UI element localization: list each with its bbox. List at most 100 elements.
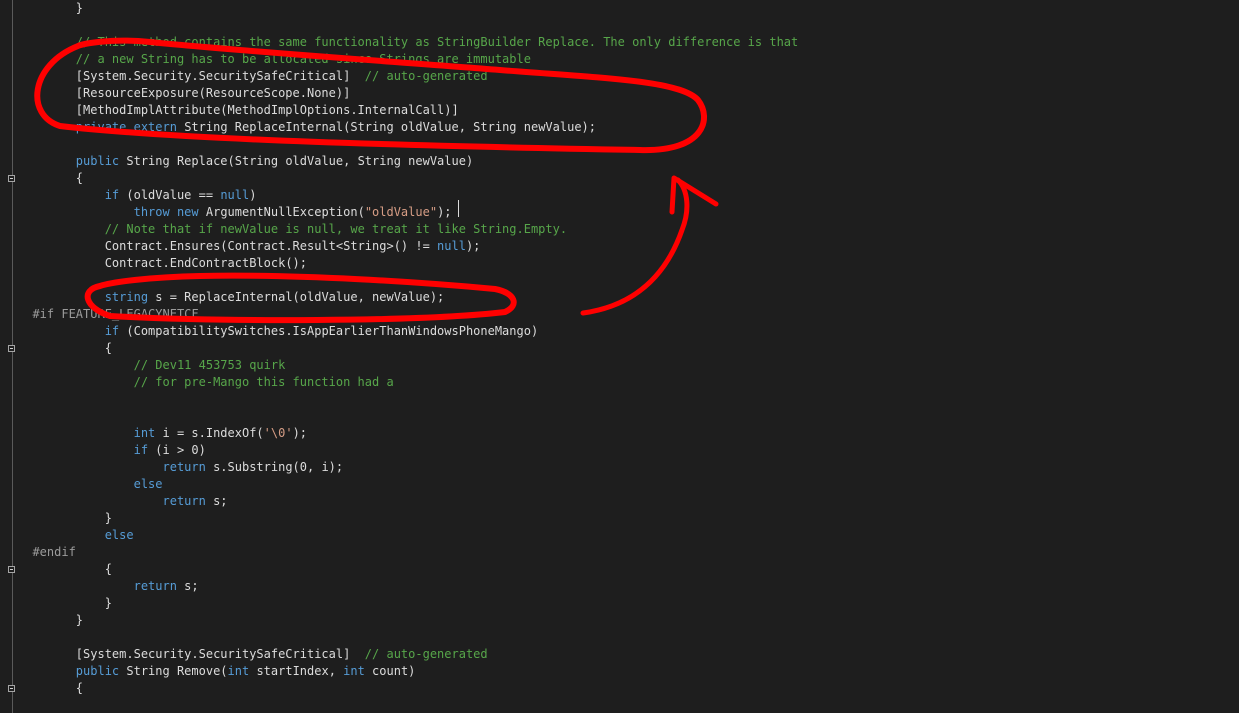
code-token: String Remove( [119,664,228,678]
code-token: } [104,511,112,525]
keyword-token: public [75,154,120,168]
code-token: count) [364,664,416,678]
code-token: String ReplaceInternal(String oldValue, … [176,120,596,134]
keyword-token: if [133,443,149,457]
code-token: s; [176,579,199,593]
keyword-token: int [133,426,156,440]
code-line[interactable]: // a new String has to be allocated sinc… [18,51,531,68]
code-line[interactable]: #if FEATURE_LEGACYNETCF [18,306,198,323]
text-caret [458,200,459,217]
annotation-arrow-line [580,177,690,316]
code-line[interactable]: } [18,612,83,629]
comment-token: // a new String has to be allocated sinc… [75,52,531,66]
collapse-toggle-icon[interactable] [8,685,15,692]
collapse-toggle-icon[interactable] [8,175,15,182]
keyword-token: else [104,528,134,542]
code-line[interactable]: private extern String ReplaceInternal(St… [18,119,596,136]
code-token: [System.Security.SecuritySafeCritical] [75,647,351,661]
keyword-token: return [162,460,206,474]
keyword-token: extern [133,120,177,134]
code-line[interactable]: #endif [18,544,76,561]
keyword-token: return [133,579,177,593]
code-line[interactable]: // for pre-Mango this function had a [18,374,394,391]
code-line[interactable]: // Dev11 453753 quirk [18,357,286,374]
keyword-token: new [176,205,199,219]
code-token: (oldValue == [119,188,221,202]
code-token: Contract.Ensures(Contract.Result<String>… [104,239,438,253]
code-line[interactable]: Contract.Ensures(Contract.Result<String>… [18,238,481,255]
keyword-token: if [104,188,120,202]
preprocessor-token: #endif [32,545,76,559]
keyword-token: int [227,664,250,678]
code-token: } [75,1,84,15]
code-line[interactable]: } [18,595,112,612]
code-line[interactable]: // This method contains the same functio… [18,34,798,51]
code-token: ); [292,426,308,440]
outline-gutter [12,0,13,713]
comment-token: // This method contains the same functio… [75,35,799,49]
code-line[interactable]: else [18,476,163,493]
code-token: { [104,562,112,576]
code-token: ); [437,205,452,219]
code-line[interactable]: [System.Security.SecuritySafeCritical] /… [18,68,488,85]
code-line[interactable]: string s = ReplaceInternal(oldValue, new… [18,289,445,306]
code-token: startIndex, [249,664,344,678]
keyword-token: null [437,239,466,253]
code-line[interactable]: if (oldValue == null) [18,187,257,204]
code-line[interactable]: else [18,527,134,544]
code-token: String Replace(String oldValue, String n… [119,154,474,168]
comment-token: // Dev11 453753 quirk [133,358,286,372]
code-token: s = ReplaceInternal(oldValue, newValue); [148,290,445,304]
keyword-token: string [104,290,149,304]
code-token: (CompatibilitySwitches.IsAppEarlierThanW… [119,324,539,338]
comment-token: // auto-generated [350,647,488,661]
code-line[interactable]: return s.Substring(0, i); [18,459,344,476]
collapse-toggle-icon[interactable] [8,566,15,573]
code-line[interactable]: [MethodImplAttribute(MethodImplOptions.I… [18,102,459,119]
code-line[interactable]: throw new ArgumentNullException("oldValu… [18,204,452,221]
code-line[interactable]: return s; [18,578,199,595]
keyword-token: if [104,324,120,338]
code-line[interactable]: } [18,0,83,17]
comment-token: // Note that if newValue is null, we tre… [104,222,568,236]
code-line[interactable]: public String Remove(int startIndex, int… [18,663,416,680]
keyword-token: private [75,120,127,134]
code-line[interactable]: int i = s.IndexOf('\0'); [18,425,307,442]
code-line[interactable]: [ResourceExposure(ResourceScope.None)] [18,85,351,102]
code-token: } [75,613,84,627]
code-line[interactable]: if (i > 0) [18,442,206,459]
code-line[interactable]: } [18,510,112,527]
code-token: [System.Security.SecuritySafeCritical] [75,69,351,83]
collapse-toggle-icon[interactable] [8,345,15,352]
code-line[interactable]: // Note that if newValue is null, we tre… [18,221,567,238]
code-token: { [75,681,84,695]
code-token: } [104,596,112,610]
code-token: { [104,341,112,355]
keyword-token: int [343,664,365,678]
code-line[interactable]: return s; [18,493,228,510]
comment-token: // auto-generated [350,69,488,83]
code-line[interactable]: { [18,170,83,187]
code-token: i = s.IndexOf( [155,426,264,440]
code-line[interactable]: Contract.EndContractBlock(); [18,255,307,272]
code-line[interactable]: if (CompatibilitySwitches.IsAppEarlierTh… [18,323,538,340]
code-token: [ResourceExposure(ResourceScope.None)] [75,86,351,100]
code-token: (i > 0) [148,443,206,457]
code-token: s; [205,494,228,508]
code-line[interactable]: { [18,680,83,697]
code-line[interactable]: { [18,561,112,578]
code-token: ArgumentNullException( [198,205,365,219]
keyword-token: null [220,188,250,202]
code-line[interactable]: public String Replace(String oldValue, S… [18,153,473,170]
keyword-token: throw [133,205,170,219]
code-line[interactable]: [System.Security.SecuritySafeCritical] /… [18,646,488,663]
code-token: ) [249,188,257,202]
code-token: s.Substring(0, i); [205,460,344,474]
code-editor[interactable]: } // This method contains the same funct… [0,0,1239,713]
keyword-token: else [133,477,163,491]
comment-token: // for pre-Mango this function had a [133,375,394,389]
code-token: Contract.EndContractBlock(); [104,256,307,270]
code-token: { [75,171,84,185]
code-line[interactable]: { [18,340,112,357]
